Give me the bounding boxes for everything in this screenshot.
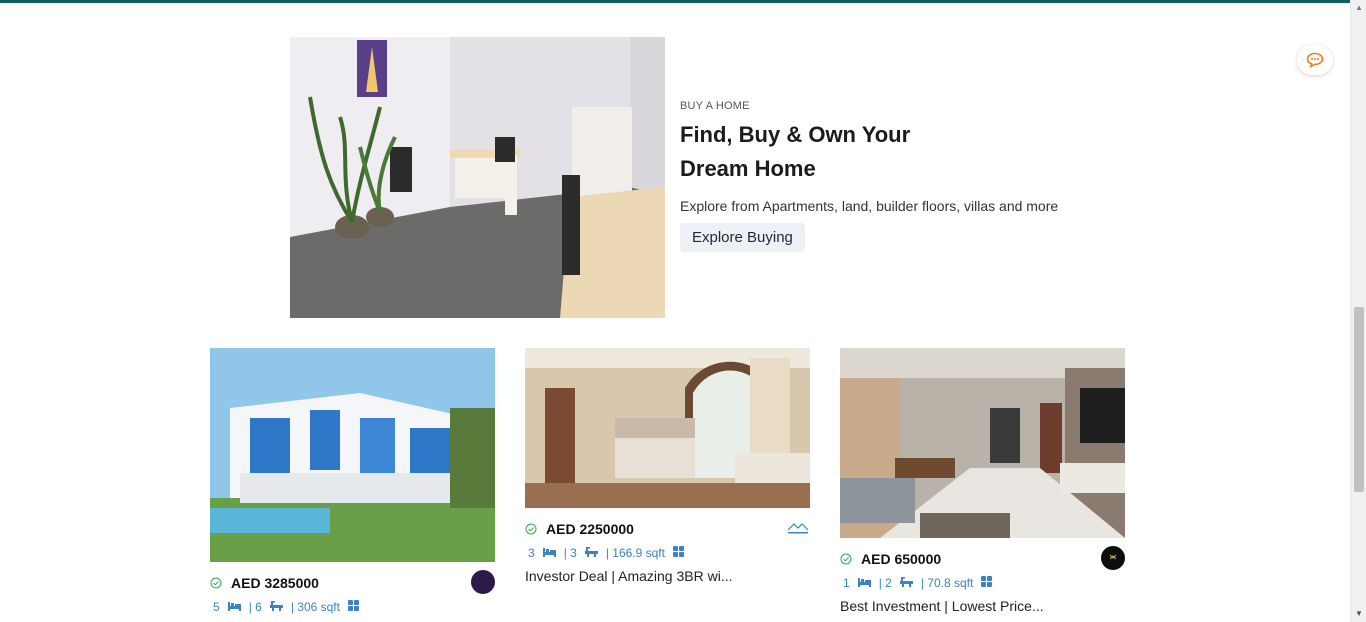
spec-row: 1 | 2 | 70.8 sqft xyxy=(840,574,1125,592)
spec-row: 3 | 3 | 166.9 sqft xyxy=(525,544,810,562)
agent-logo-icon[interactable] xyxy=(1101,546,1125,570)
listing-price: AED 3285000 xyxy=(231,575,319,591)
listing-image[interactable] xyxy=(210,348,495,562)
hero-text-block: BUY A HOME Find, Buy & Own Your Dream Ho… xyxy=(680,100,1100,252)
listing-card[interactable]: AED 2250000 3 | 3 | 166.9 sqft Investor … xyxy=(525,348,810,584)
listing-card[interactable]: AED 3285000 5 | 6 | 306 sqft xyxy=(210,348,495,616)
bath-count: | 6 xyxy=(248,600,262,614)
scroll-up-arrow-icon[interactable]: ▲ xyxy=(1351,0,1366,16)
check-circle-icon xyxy=(525,523,537,535)
top-accent-bar xyxy=(0,0,1350,3)
scroll-down-arrow-icon[interactable]: ▼ xyxy=(1351,606,1366,622)
area-value: | 70.8 sqft xyxy=(920,576,974,590)
bed-count: 5 xyxy=(213,600,220,614)
listing-image[interactable] xyxy=(840,348,1125,538)
hero-headline: Find, Buy & Own Your Dream Home xyxy=(680,122,911,181)
chat-button[interactable] xyxy=(1297,45,1333,75)
scroll-thumb[interactable] xyxy=(1354,307,1364,492)
bath-count: | 3 xyxy=(563,546,577,560)
area-value: | 166.9 sqft xyxy=(605,546,665,560)
grid-icon xyxy=(981,576,993,590)
bathtub-icon xyxy=(584,546,598,560)
listing-price: AED 2250000 xyxy=(546,521,634,537)
bathtub-icon xyxy=(899,576,913,590)
listing-image[interactable] xyxy=(525,348,810,508)
bed-count: 1 xyxy=(843,576,850,590)
agent-logo-icon[interactable] xyxy=(786,516,810,540)
bath-count: | 2 xyxy=(878,576,892,590)
hero-eyebrow: BUY A HOME xyxy=(680,100,750,112)
chat-bubble-icon xyxy=(1306,52,1324,68)
price-row: AED 650000 xyxy=(840,546,1125,570)
bed-icon xyxy=(542,546,556,560)
listing-price: AED 650000 xyxy=(861,551,942,567)
agent-logo-icon[interactable] xyxy=(471,570,495,594)
page-scrollbar[interactable]: ▲ ▼ xyxy=(1350,0,1366,622)
bed-icon xyxy=(857,576,871,590)
listing-title[interactable]: Best Investment | Lowest Price... xyxy=(840,598,1125,614)
spec-row: 5 | 6 | 306 sqft xyxy=(210,598,495,616)
check-circle-icon xyxy=(210,577,222,589)
bed-icon xyxy=(227,600,241,614)
bed-count: 3 xyxy=(528,546,535,560)
price-row: AED 2250000 xyxy=(525,516,810,540)
bathtub-icon xyxy=(269,600,283,614)
hero-subtext: Explore from Apartments, land, builder f… xyxy=(680,198,1059,214)
listing-title[interactable]: Investor Deal | Amazing 3BR wi... xyxy=(525,568,810,584)
hero-office-image xyxy=(290,37,665,318)
grid-icon xyxy=(347,600,359,614)
price-row: AED 3285000 xyxy=(210,570,495,594)
area-value: | 306 sqft xyxy=(290,600,340,614)
listing-card[interactable]: AED 650000 1 | 2 | 70.8 sqft Best Invest… xyxy=(840,348,1125,614)
grid-icon xyxy=(672,546,684,560)
explore-buying-button[interactable]: Explore Buying xyxy=(680,223,805,252)
check-circle-icon xyxy=(840,553,852,565)
